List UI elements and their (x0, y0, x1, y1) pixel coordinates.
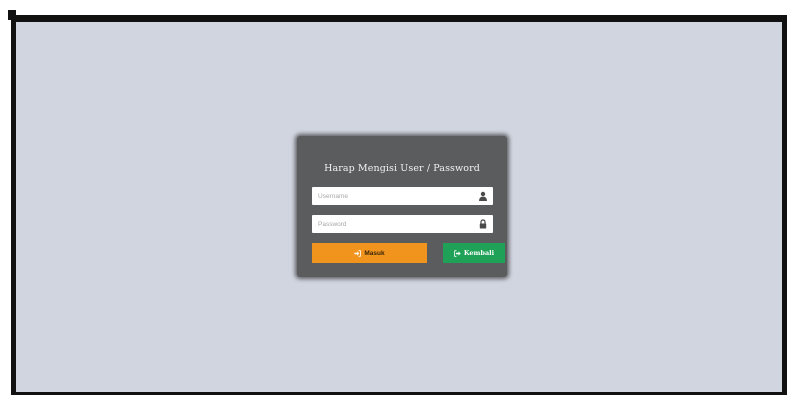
username-field (312, 187, 493, 205)
password-field (312, 215, 493, 233)
kembali-label: Kembali (463, 249, 495, 257)
login-panel: Harap Mengisi User / Password Masuk Kemb… (297, 136, 507, 277)
user-icon (479, 191, 487, 201)
login-title: Harap Mengisi User / Password (324, 163, 480, 174)
sign-in-icon (354, 249, 362, 257)
masuk-label: Masuk (364, 249, 385, 257)
masuk-button[interactable]: Masuk (312, 243, 427, 263)
password-input[interactable] (312, 215, 472, 233)
sign-out-icon (454, 249, 461, 257)
kembali-button[interactable]: Kembali (443, 243, 505, 263)
username-input[interactable] (312, 187, 472, 205)
lock-icon (479, 219, 487, 229)
